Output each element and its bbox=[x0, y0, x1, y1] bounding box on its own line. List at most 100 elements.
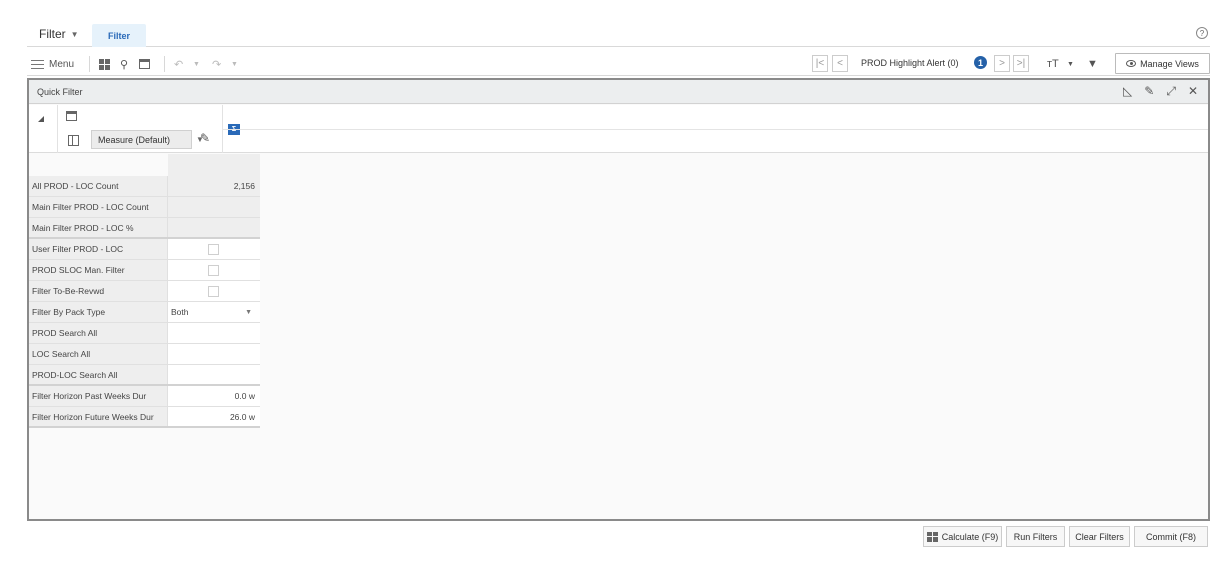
row-label: PROD SLOC Man. Filter bbox=[29, 260, 168, 280]
panel-actions: ◺ ✎ ⤢ ✕ bbox=[1123, 84, 1198, 99]
undo-dropdown[interactable]: ▼ bbox=[193, 56, 200, 72]
prod-loc-search-input[interactable] bbox=[168, 365, 260, 384]
quick-filter-title: Quick Filter bbox=[37, 87, 83, 97]
chart-icon[interactable]: ◺ bbox=[1123, 84, 1132, 99]
alert-label: PROD Highlight Alert (0) bbox=[861, 58, 959, 68]
collapse-icon[interactable] bbox=[38, 116, 44, 122]
table-row: PROD-LOC Search All bbox=[29, 365, 260, 386]
checkbox[interactable] bbox=[208, 285, 219, 297]
row-label: Filter By Pack Type bbox=[29, 302, 168, 322]
grid-icon bbox=[99, 58, 110, 70]
row-label: PROD-LOC Search All bbox=[29, 365, 168, 384]
row-label: All PROD - LOC Count bbox=[29, 176, 168, 196]
caret-down-icon: ▼ bbox=[70, 29, 79, 39]
redo-icon: ↷ bbox=[212, 58, 222, 71]
menu-label: Menu bbox=[49, 58, 75, 70]
tab-filter-label: Filter bbox=[39, 27, 66, 41]
search-icon: ⚲ bbox=[120, 58, 129, 71]
caret-down-icon: ▼ bbox=[245, 308, 252, 316]
manage-views-label: Manage Views bbox=[1140, 58, 1199, 69]
row-label: LOC Search All bbox=[29, 344, 168, 364]
export-button[interactable] bbox=[139, 56, 150, 72]
calculate-label: Calculate (F9) bbox=[941, 531, 999, 542]
previous-alert-button[interactable]: < bbox=[832, 55, 848, 72]
layout-grid-button[interactable] bbox=[99, 56, 110, 72]
pack-type-dropdown[interactable]: Both ▼ bbox=[168, 302, 260, 322]
cell-value bbox=[168, 218, 260, 237]
caret-down-icon: ▼ bbox=[193, 60, 200, 68]
table-row: Main Filter PROD - LOC % bbox=[29, 218, 260, 239]
row-label: Filter Horizon Future Weeks Dur bbox=[29, 407, 168, 426]
row-tile-icon[interactable] bbox=[68, 135, 79, 146]
menu-button[interactable]: Menu bbox=[31, 56, 74, 72]
measure-dropdown[interactable]: Measure (Default) bbox=[91, 130, 192, 149]
prod-search-input[interactable] bbox=[168, 323, 260, 343]
checkbox[interactable] bbox=[208, 264, 219, 276]
chevron-left-icon: < bbox=[837, 58, 843, 69]
redo-button[interactable]: ↷ bbox=[212, 56, 221, 72]
dropdown-value: Both bbox=[171, 307, 189, 317]
eye-icon bbox=[1126, 60, 1137, 67]
calculator-icon bbox=[926, 531, 938, 542]
measure-grid: All PROD - LOC Count 2,156 Main Filter P… bbox=[29, 154, 260, 428]
quick-filter-panel: Quick Filter ◺ ✎ ⤢ ✕ Measure (Default) ▼… bbox=[27, 78, 1210, 521]
edit-icon[interactable]: ✎ bbox=[1144, 84, 1154, 99]
manage-views-button[interactable]: Manage Views bbox=[1115, 53, 1210, 74]
column-tile-icon[interactable] bbox=[66, 111, 77, 121]
chevron-right-icon: > bbox=[999, 58, 1005, 69]
last-alert-button[interactable]: >| bbox=[1013, 55, 1029, 72]
redo-dropdown[interactable]: ▼ bbox=[231, 56, 238, 72]
undo-icon: ↶ bbox=[174, 58, 184, 71]
export-icon bbox=[139, 59, 150, 69]
table-row: Filter By Pack Type Both ▼ bbox=[29, 302, 260, 323]
first-page-icon: |< bbox=[815, 58, 825, 69]
filter-button[interactable]: ▼ bbox=[1087, 56, 1098, 72]
footer-bar: Calculate (F9) Run Filters Clear Filters… bbox=[27, 523, 1210, 549]
table-row: Main Filter PROD - LOC Count bbox=[29, 197, 260, 218]
search-button[interactable]: ⚲ bbox=[120, 56, 128, 72]
cell-value bbox=[168, 281, 260, 301]
past-weeks-input[interactable]: 0.0 w bbox=[168, 386, 260, 406]
funnel-icon: ▼ bbox=[1087, 58, 1098, 70]
expand-icon[interactable]: ⤢ bbox=[1166, 84, 1176, 99]
row-label: Main Filter PROD - LOC % bbox=[29, 218, 168, 237]
text-size-button[interactable]: тT bbox=[1047, 56, 1059, 72]
table-row: Filter Horizon Future Weeks Dur 26.0 w bbox=[29, 407, 260, 428]
table-row: All PROD - LOC Count 2,156 bbox=[29, 176, 260, 197]
row-label: Filter To-Be-Revwd bbox=[29, 281, 168, 301]
table-row: User Filter PROD - LOC bbox=[29, 239, 260, 260]
next-alert-button[interactable]: > bbox=[994, 55, 1010, 72]
tab-filter-menu[interactable]: Filter ▼ bbox=[39, 27, 79, 41]
text-size-icon: тT bbox=[1047, 58, 1059, 70]
clear-filters-button[interactable]: Clear Filters bbox=[1069, 526, 1130, 547]
text-size-dropdown[interactable]: ▼ bbox=[1067, 56, 1074, 72]
table-row: PROD Search All bbox=[29, 323, 260, 344]
cell-value bbox=[168, 197, 260, 217]
row-label: Main Filter PROD - LOC Count bbox=[29, 197, 168, 217]
toolbar: Menu ⚲ ↶ ▼ ↷ ▼ |< < PROD Highlight Alert… bbox=[27, 52, 1210, 76]
row-label: User Filter PROD - LOC bbox=[29, 239, 168, 259]
first-alert-button[interactable]: |< bbox=[812, 55, 828, 72]
run-filters-button[interactable]: Run Filters bbox=[1006, 526, 1065, 547]
future-weeks-input[interactable]: 26.0 w bbox=[168, 407, 260, 426]
hamburger-icon bbox=[31, 59, 44, 69]
caret-down-icon: ▼ bbox=[231, 60, 238, 68]
table-row: LOC Search All bbox=[29, 344, 260, 365]
undo-button[interactable]: ↶ bbox=[174, 56, 183, 72]
pivot-divider bbox=[222, 129, 1208, 130]
pencil-icon[interactable]: ✎ bbox=[200, 131, 210, 145]
row-label: Filter Horizon Past Weeks Dur bbox=[29, 386, 168, 406]
caret-down-icon: ▼ bbox=[1067, 60, 1074, 68]
commit-button[interactable]: Commit (F8) bbox=[1134, 526, 1208, 547]
last-page-icon: >| bbox=[1016, 58, 1026, 69]
loc-search-input[interactable] bbox=[168, 344, 260, 364]
toolbar-divider bbox=[164, 56, 165, 72]
checkbox[interactable] bbox=[208, 243, 219, 255]
close-icon[interactable]: ✕ bbox=[1188, 84, 1198, 99]
info-icon[interactable]: 1 bbox=[974, 56, 987, 69]
calculate-button[interactable]: Calculate (F9) bbox=[923, 526, 1002, 547]
tab-filter-active[interactable]: Filter bbox=[92, 24, 146, 47]
tab-bar: Filter ▼ Filter ? bbox=[27, 21, 1210, 47]
cell-value: 2,156 bbox=[168, 176, 260, 196]
help-icon[interactable]: ? bbox=[1196, 27, 1208, 39]
